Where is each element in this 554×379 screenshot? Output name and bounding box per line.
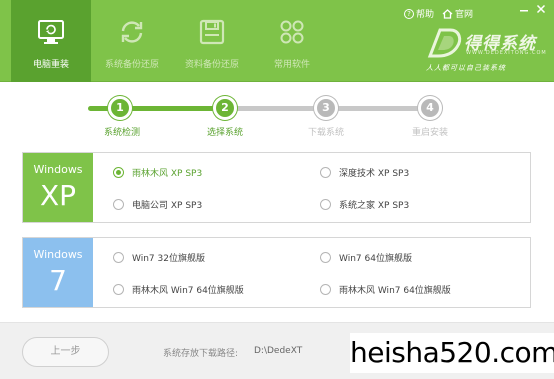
nav-tab-label: 常用软件: [273, 60, 310, 70]
download-path-value[interactable]: D:\DedeXT: [254, 346, 302, 356]
os-option-label: 系统之家 XP SP3: [339, 201, 410, 211]
monitor-refresh-icon: [38, 20, 64, 44]
os-group-win7: Windows 7 Win7 32位旗舰版 Win7 64位旗舰版 雨林木风 W…: [22, 237, 531, 308]
help-icon: ?: [404, 8, 414, 19]
header-bar: 电脑重装 系统备份还原 资料备份还原 常用软件 ? 帮助 官网 得得系统 WWW…: [0, 0, 554, 82]
os-option-ylmf-xp[interactable]: 雨林木风 XP SP3: [113, 166, 202, 179]
radio-icon: [320, 199, 331, 210]
step-2-circle: 2: [213, 96, 237, 120]
os-option-label: Win7 64位旗舰版: [339, 254, 412, 264]
home-icon: [442, 8, 453, 19]
top-links: ? 帮助 官网: [404, 7, 481, 20]
radio-icon: [320, 167, 331, 178]
nav-tab-label: 电脑重装: [32, 60, 69, 70]
radio-icon: [113, 199, 124, 210]
os-option-win7-64[interactable]: Win7 64位旗舰版: [320, 251, 412, 264]
nav-tab-label: 系统备份还原: [104, 60, 159, 70]
nav-tab-data-backup[interactable]: 资料备份还原: [172, 0, 252, 82]
radio-icon: [113, 252, 124, 263]
os-badge-version: 7: [49, 264, 67, 297]
site-link[interactable]: 官网: [442, 7, 473, 20]
progress-steps: 1 2 3 4 系统检测 选择系统 下载系统 重启安装: [0, 82, 554, 144]
os-option-sdjs-xp[interactable]: 深度技术 XP SP3: [320, 166, 409, 179]
nav-tab-reinstall[interactable]: 电脑重装: [11, 0, 91, 82]
close-button[interactable]: [534, 4, 548, 18]
minimize-button[interactable]: [517, 4, 531, 18]
apps-grid-icon: [280, 20, 304, 44]
help-link-label: 帮助: [416, 10, 435, 20]
step-4-circle: 4: [418, 96, 442, 120]
os-option-win7-32[interactable]: Win7 32位旗舰版: [113, 251, 205, 264]
logo-d-icon: [427, 28, 462, 58]
os-option-label: 雨林木风 Win7 64位旗舰版: [339, 286, 451, 296]
os-option-ylmf-win7-64-b[interactable]: 雨林木风 Win7 64位旗舰版: [320, 283, 451, 296]
os-option-label: 电脑公司 XP SP3: [132, 201, 203, 211]
os-badge-windows: Windows: [33, 163, 83, 176]
radio-icon: [113, 284, 124, 295]
logo-site: WWW.DEDEXITONG.COM: [466, 50, 547, 56]
logo-slogan: 人人都可以自己装系统: [426, 64, 506, 72]
help-link[interactable]: ? 帮助: [404, 7, 434, 20]
step-1-circle: 1: [108, 96, 132, 120]
refresh-arrows-icon: [121, 21, 143, 43]
step-3-circle: 3: [314, 96, 338, 120]
download-path-label: 系统存放下载路径:: [163, 349, 239, 359]
os-option-xtzj-xp[interactable]: 系统之家 XP SP3: [320, 198, 409, 211]
site-link-label: 官网: [455, 10, 474, 20]
os-badge-version: XP: [39, 179, 77, 212]
footer-bar: 上一步 系统存放下载路径: D:\DedeXT heisha520.com: [0, 322, 554, 379]
os-option-label: 雨林木风 XP SP3: [132, 169, 203, 179]
radio-icon: [320, 252, 331, 263]
floppy-disk-icon: [199, 19, 225, 45]
brand-logo: 得得系统 WWW.DEDEXITONG.COM 人人都可以自己装系统: [424, 26, 548, 74]
os-badge-xp: Windows XP: [23, 153, 93, 222]
nav-tab-software[interactable]: 常用软件: [252, 0, 332, 82]
nav-tab-system-backup[interactable]: 系统备份还原: [92, 0, 172, 82]
os-badge-win7: Windows 7: [23, 238, 93, 307]
close-icon: [536, 4, 546, 14]
step-3-label: 下载系统: [307, 128, 344, 138]
os-group-xp: Windows XP 雨林木风 XP SP3 深度技术 XP SP3 电脑公司 …: [22, 152, 531, 223]
step-2-label: 选择系统: [206, 128, 243, 138]
prev-step-button[interactable]: 上一步: [22, 337, 109, 367]
step-4-label: 重启安装: [411, 128, 448, 138]
radio-selected-icon: [113, 167, 124, 178]
os-badge-windows: Windows: [33, 248, 83, 261]
os-option-ylmf-win7-64-a[interactable]: 雨林木风 Win7 64位旗舰版: [113, 283, 244, 296]
os-option-label: 深度技术 XP SP3: [339, 169, 410, 179]
nav-tab-label: 资料备份还原: [184, 60, 239, 70]
minimize-icon: [520, 10, 528, 12]
os-option-dngs-xp[interactable]: 电脑公司 XP SP3: [113, 198, 202, 211]
os-option-label: 雨林木风 Win7 64位旗舰版: [132, 286, 244, 296]
radio-icon: [320, 284, 331, 295]
step-1-label: 系统检测: [103, 128, 140, 138]
os-option-label: Win7 32位旗舰版: [132, 254, 205, 264]
watermark-text: heisha520.com: [350, 333, 554, 373]
